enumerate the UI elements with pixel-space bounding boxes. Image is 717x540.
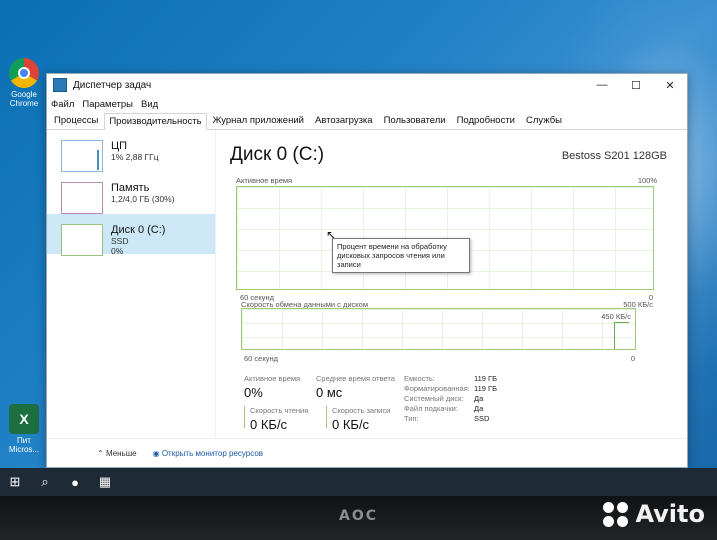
- disk-details: Диск 0 (C:) Bestoss S201 128GB Активное …: [216, 130, 687, 439]
- prop-key: Емкость:: [404, 374, 435, 383]
- graph1-max: 100%: [637, 176, 657, 185]
- prop-key: Тип:: [404, 414, 419, 423]
- sidebar-item-name: ЦП: [111, 140, 128, 152]
- desktop: Google Chrome X Пит Micros... Диспетчер …: [0, 0, 717, 496]
- tab-users[interactable]: Пользователи: [379, 112, 451, 129]
- menu-options[interactable]: Параметры: [82, 99, 133, 110]
- prop-key: Форматированная:: [404, 384, 470, 393]
- desktop-icon-chrome[interactable]: Google Chrome: [2, 58, 46, 108]
- menu-bar: Файл Параметры Вид: [47, 96, 687, 112]
- tab-bar: Процессы Производительность Журнал прило…: [47, 112, 687, 130]
- search-button[interactable]: ⌕: [30, 468, 60, 496]
- excel-icon: X: [9, 404, 39, 434]
- sidebar-item-memory[interactable]: Память 1,2/4,0 ГБ (30%): [47, 172, 215, 214]
- app-icon: ●: [71, 474, 79, 490]
- sidebar-item-cpu[interactable]: ЦП 1% 2,88 ГГц: [47, 130, 215, 172]
- chrome-icon: [9, 58, 39, 88]
- fewer-details-label: Меньше: [105, 448, 137, 458]
- watermark-text: Avito: [635, 500, 705, 528]
- sidebar-item-detail: SSD: [111, 236, 129, 246]
- prop-value: Да: [474, 404, 484, 413]
- sidebar-item-disk[interactable]: Диск 0 (C:) SSD 0%: [47, 214, 215, 256]
- sidebar-item-detail2: 0%: [111, 246, 124, 256]
- windows-icon: ⊞: [9, 474, 21, 489]
- page-title: Диск 0 (C:): [230, 144, 325, 165]
- menu-file[interactable]: Файл: [51, 99, 74, 110]
- prop-value: SSD: [474, 414, 490, 423]
- prop-key: Файл подкачки:: [404, 404, 458, 413]
- menu-view[interactable]: Вид: [141, 99, 158, 110]
- memory-mini-graph: [61, 182, 103, 214]
- cpu-mini-graph: [61, 140, 103, 172]
- read-speed-value: 0 КБ/с: [250, 417, 288, 432]
- search-icon: ⌕: [41, 474, 49, 489]
- avito-watermark: Avito: [603, 500, 705, 528]
- open-resource-monitor-link[interactable]: ◉ Открыть монитор ресурсов: [153, 449, 263, 458]
- sidebar-item-name: Память: [111, 182, 150, 194]
- taskbar: ⊞ ⌕ ● ▦: [0, 468, 717, 496]
- resource-monitor-label: Открыть монитор ресурсов: [161, 448, 264, 458]
- tab-startup[interactable]: Автозагрузка: [310, 112, 378, 129]
- tooltip: Процент времени на обработку дисковых за…: [332, 238, 470, 273]
- chevron-up-icon: ⌃: [97, 448, 104, 458]
- resource-monitor-icon: ◉: [152, 448, 160, 458]
- graph2-peak: 450 КБ/с: [601, 312, 631, 321]
- prop-value: 119 ГБ: [474, 374, 498, 383]
- fewer-details-button[interactable]: ⌃ Меньше: [97, 449, 137, 458]
- tab-performance[interactable]: Производительность: [104, 113, 207, 130]
- tab-details[interactable]: Подробности: [452, 112, 520, 129]
- desktop-icon-excel[interactable]: X Пит Micros...: [2, 404, 46, 454]
- prop-value: Да: [474, 394, 484, 403]
- task-manager-icon: ▦: [98, 474, 112, 489]
- resource-sidebar: ЦП 1% 2,88 ГГц Память 1,2/4,0 ГБ (30%) Д…: [47, 130, 216, 439]
- tab-services[interactable]: Службы: [521, 112, 567, 129]
- read-speed-label: Скорость чтения: [250, 406, 309, 415]
- sidebar-item-detail: 1,2/4,0 ГБ (30%): [111, 194, 175, 204]
- graph1-label: Активное время: [236, 176, 293, 185]
- minimize-button[interactable]: —: [585, 74, 619, 96]
- prop-value: 119 ГБ: [474, 384, 498, 393]
- graph2-time: 60 секунд: [244, 354, 278, 363]
- response-time-value: 0 мс: [316, 385, 343, 400]
- taskbar-app-1[interactable]: ●: [60, 468, 90, 496]
- sidebar-item-detail: 1% 2,88 ГГц: [111, 152, 159, 162]
- tab-processes[interactable]: Процессы: [49, 112, 103, 129]
- response-time-label: Среднее время ответа: [316, 374, 395, 383]
- desktop-icon-label: Пит Micros...: [8, 436, 40, 454]
- title-bar: Диспетчер задач — ☐ ✕: [47, 74, 687, 96]
- disk-model: Bestoss S201 128GB: [561, 150, 667, 162]
- close-button[interactable]: ✕: [653, 74, 687, 96]
- tab-app-history[interactable]: Журнал приложений: [208, 112, 309, 129]
- task-manager-icon: [53, 78, 67, 92]
- active-time-label: Активное время: [244, 374, 301, 383]
- avito-logo-icon: [603, 501, 629, 527]
- maximize-button[interactable]: ☐: [619, 74, 653, 96]
- task-manager-window: Диспетчер задач — ☐ ✕ Файл Параметры Вид…: [46, 73, 688, 468]
- window-title: Диспетчер задач: [73, 79, 152, 91]
- footer: ⌃ Меньше ◉ Открыть монитор ресурсов: [47, 438, 687, 467]
- graph2-min: 0: [630, 354, 635, 363]
- transfer-rate-graph: 450 КБ/с: [241, 308, 636, 350]
- active-time-value: 0%: [244, 385, 263, 400]
- disk-mini-graph: [61, 224, 103, 256]
- performance-panel: ЦП 1% 2,88 ГГц Память 1,2/4,0 ГБ (30%) Д…: [47, 130, 687, 439]
- desktop-icon-label: Google Chrome: [9, 90, 39, 108]
- prop-key: Системный диск:: [404, 394, 464, 403]
- transfer-peak: [614, 322, 629, 349]
- start-button[interactable]: ⊞: [0, 468, 30, 496]
- write-speed-label: Скорость записи: [332, 406, 391, 415]
- taskbar-task-manager[interactable]: ▦: [90, 468, 120, 496]
- write-speed-value: 0 КБ/с: [332, 417, 370, 432]
- sidebar-item-name: Диск 0 (C:): [111, 224, 166, 236]
